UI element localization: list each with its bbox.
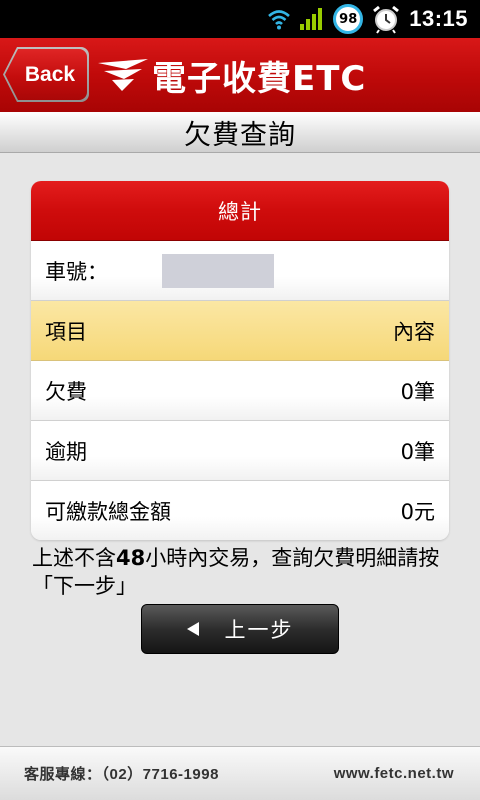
status-bar: 98 13:15 — [0, 0, 480, 38]
table-row: 可繳款總金額 0元 — [31, 481, 449, 540]
summary-card-title: 總計 — [218, 199, 262, 224]
row-value: 0筆 — [400, 439, 435, 464]
plate-label: 車號： — [45, 259, 108, 284]
row-value: 0筆 — [400, 379, 435, 404]
app-logo: 電子收費ETC — [96, 52, 367, 99]
clock: 13:15 — [409, 6, 468, 31]
plate-value — [162, 253, 274, 288]
logo-text: 電子收費ETC — [152, 58, 367, 99]
note-text-start: 上述不含 — [32, 546, 116, 570]
column-header-item: 項目 — [45, 319, 87, 344]
app-header: Back 電子收費ETC — [0, 38, 480, 112]
customer-service-phone: 客服專線：（02）7716-1998 — [24, 766, 219, 783]
back-button-face[interactable]: Back — [5, 49, 87, 100]
alarm-icon — [373, 5, 400, 34]
row-label: 可繳款總金額 — [45, 500, 171, 524]
website-link[interactable]: www.fetc.net.tw — [334, 765, 454, 782]
back-button[interactable]: Back — [3, 47, 89, 102]
page-title: 欠費查詢 — [184, 119, 296, 151]
status-icons: 98 13:15 — [267, 0, 468, 38]
note-hours: 48 — [116, 546, 146, 570]
column-header-row: 項目 內容 — [31, 301, 449, 361]
previous-step-label: 上一步 — [224, 618, 294, 642]
summary-card: 總計 車號： 項目 內容 欠費 0筆 逾期 0筆 可繳款總金額 0元 — [31, 181, 449, 540]
plate-row: 車號： — [31, 241, 449, 301]
info-note: 上述不含48小時內交易，查詢欠費明細請按「下一步」 — [32, 544, 452, 600]
row-label: 欠費 — [45, 379, 87, 404]
table-row: 逾期 0筆 — [31, 421, 449, 481]
signal-icon — [300, 8, 323, 30]
battery-icon: 98 — [333, 4, 364, 34]
summary-card-header: 總計 — [31, 181, 449, 241]
back-button-label: Back — [24, 62, 76, 86]
row-label: 逾期 — [45, 439, 87, 464]
table-row: 欠費 0筆 — [31, 361, 449, 421]
row-value: 0元 — [400, 500, 435, 524]
wifi-icon — [268, 10, 291, 30]
previous-step-button[interactable]: 上一步 — [141, 604, 339, 654]
column-header-content: 內容 — [393, 319, 435, 344]
etc-logo-icon — [98, 59, 148, 91]
footer: 客服專線：（02）7716-1998 www.fetc.net.tw — [0, 746, 480, 800]
title-bar: 欠費查詢 — [0, 112, 480, 153]
left-arrow-icon — [186, 622, 199, 636]
